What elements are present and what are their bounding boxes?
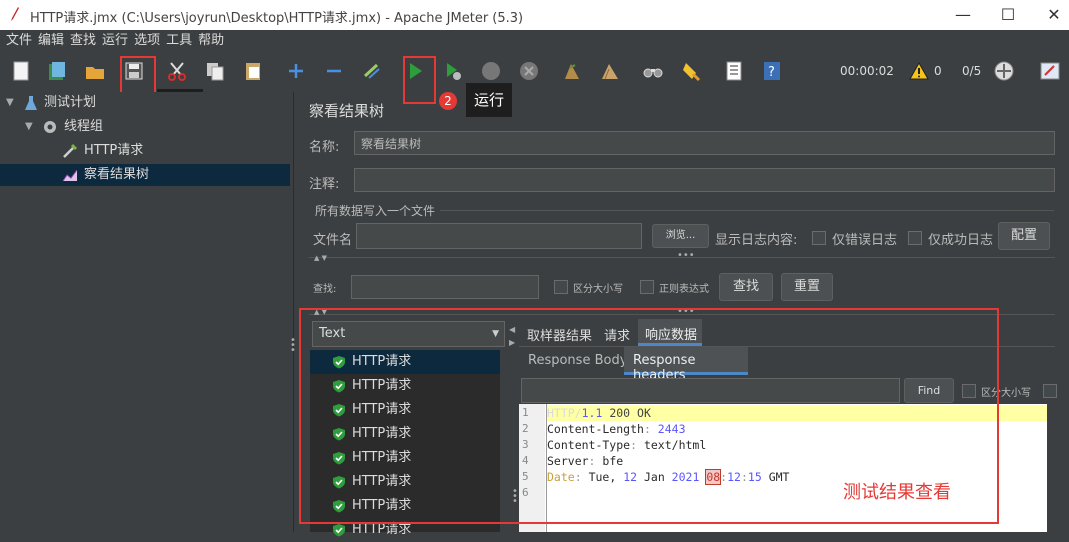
menu-search[interactable]: 查找 [67, 30, 99, 52]
menu-bar: 文件 编辑 查找 运行 选项 工具 帮助 [0, 30, 1069, 52]
elapsed-timer: 00:00:02 [840, 64, 894, 78]
name-input[interactable]: 察看结果树 [354, 131, 1055, 155]
tree-label: 测试计划 [44, 95, 97, 110]
clear-icon[interactable] [561, 60, 583, 82]
find-regex-checkbox[interactable] [1043, 384, 1057, 398]
comment-input[interactable] [354, 168, 1055, 192]
reset-search-icon[interactable] [680, 60, 702, 82]
tree-item-http-request[interactable]: HTTP请求 [0, 140, 293, 162]
warning-count: 0 [934, 64, 942, 78]
templates-icon[interactable] [46, 60, 68, 82]
cut-icon[interactable] [166, 60, 188, 82]
gear-icon [44, 121, 56, 133]
search-button[interactable]: 查找 [719, 273, 773, 301]
tree-item-results-tree[interactable]: 察看结果树 [0, 164, 290, 186]
function-helper-icon[interactable] [723, 60, 745, 82]
run-step-badge: 2 [439, 92, 457, 110]
search-input[interactable] [351, 275, 539, 299]
expand-arrow-icon[interactable]: ▼ [25, 116, 33, 138]
collapse-icon[interactable] [323, 60, 345, 82]
paste-icon[interactable] [242, 60, 264, 82]
name-label: 名称: [309, 140, 340, 155]
minimize-button[interactable]: — [940, 0, 986, 30]
menu-file[interactable]: 文件 [3, 30, 35, 52]
regex-checkbox[interactable] [640, 280, 654, 294]
run-tooltip: 运行 [466, 83, 513, 117]
tree-item-thread-group[interactable]: ▼ 线程组 [0, 116, 293, 138]
jmeter-feather-icon [11, 7, 19, 21]
comment-label: 注释: [309, 177, 340, 192]
toolbar: ? 00:00:02 0 0/5 [0, 52, 1069, 92]
tree-label: HTTP请求 [84, 143, 144, 158]
browse-button[interactable]: 浏览... [652, 224, 709, 248]
filename-input[interactable] [356, 223, 642, 249]
expand-icon[interactable] [285, 60, 307, 82]
splitter-arrows-icon[interactable]: ▲ ▼ [314, 254, 327, 262]
success-only-checkbox[interactable] [908, 231, 922, 245]
warning-icon[interactable] [908, 60, 930, 82]
configure-button[interactable]: 配置 [998, 222, 1050, 250]
vertical-grip-icon[interactable]: • • • [290, 336, 296, 356]
log-viewer-icon[interactable] [1039, 60, 1061, 82]
menu-edit[interactable]: 编辑 [35, 30, 67, 52]
tree-item-test-plan[interactable]: ▼ 测试计划 [0, 92, 293, 114]
expand-arrow-icon[interactable]: ▼ [6, 92, 14, 114]
run-highlight [403, 56, 436, 104]
start-no-pause-icon[interactable] [442, 60, 464, 82]
stop-icon[interactable] [480, 60, 502, 82]
save-highlight [120, 56, 156, 94]
new-file-icon[interactable] [10, 60, 32, 82]
regex-label: 正则表达式 [659, 284, 709, 295]
filename-label: 文件名 [313, 233, 353, 248]
menu-run[interactable]: 运行 [99, 30, 131, 52]
pipette-icon [63, 143, 78, 158]
case-sensitive-checkbox[interactable] [554, 280, 568, 294]
success-only-label: 仅成功日志 [928, 233, 994, 248]
errors-only-checkbox[interactable] [812, 231, 826, 245]
section-divider [440, 210, 1054, 211]
splitter-grip-icon[interactable]: ••• [677, 250, 695, 261]
tree-label: 察看结果树 [84, 167, 150, 182]
toggle-icon[interactable] [361, 60, 383, 82]
menu-tools[interactable]: 工具 [163, 30, 195, 52]
remote-icon[interactable] [993, 60, 1015, 82]
results-note: 测试结果查看 [843, 482, 951, 503]
chart-icon [62, 169, 78, 182]
log-content-label: 显示日志内容: [715, 233, 798, 248]
shutdown-icon[interactable] [518, 60, 540, 82]
tree-label: 线程组 [64, 119, 104, 134]
close-button[interactable]: ✕ [1031, 0, 1069, 30]
search-label: 查找: [313, 284, 337, 295]
clear-all-icon[interactable] [599, 60, 621, 82]
errors-only-label: 仅错误日志 [832, 233, 898, 248]
menu-help[interactable]: 帮助 [195, 30, 227, 52]
thread-count: 0/5 [962, 64, 982, 78]
copy-icon[interactable] [204, 60, 226, 82]
help-icon[interactable]: ? [761, 60, 783, 82]
menu-options[interactable]: 选项 [131, 30, 163, 52]
flask-icon [25, 96, 37, 110]
case-sensitive-label: 区分大小写 [573, 284, 623, 295]
search-binoculars-icon[interactable] [642, 60, 664, 82]
open-folder-icon[interactable] [84, 60, 106, 82]
file-section-title: 所有数据写入一个文件 [315, 204, 436, 218]
title-bar: HTTP请求.jmx (C:\Users\joyrun\Desktop\HTTP… [0, 0, 1069, 30]
maximize-button[interactable]: ☐ [985, 0, 1031, 30]
success-shield-icon [333, 524, 345, 537]
reset-button[interactable]: 重置 [781, 273, 833, 301]
window-title: HTTP请求.jmx (C:\Users\joyrun\Desktop\HTTP… [30, 11, 524, 26]
panel-title: 察看结果树 [309, 102, 385, 120]
svg-text:?: ? [768, 65, 775, 80]
